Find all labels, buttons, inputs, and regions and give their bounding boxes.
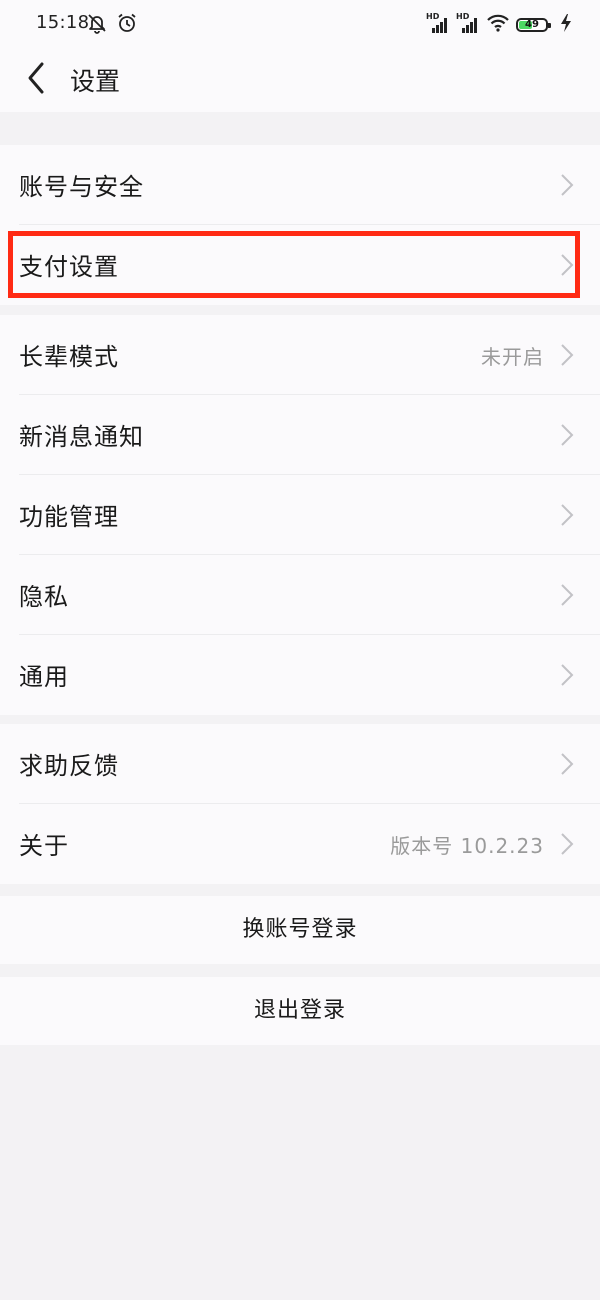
alarm-clock-icon <box>116 12 138 38</box>
chevron-left-icon <box>28 62 44 94</box>
battery-icon: 49 <box>516 16 554 34</box>
wifi-icon <box>486 13 510 37</box>
chevron-right-icon <box>561 664 574 686</box>
settings-item-privacy[interactable]: 隐私 <box>0 555 600 635</box>
mute-bell-icon <box>86 12 108 38</box>
battery-level: 49 <box>525 19 539 30</box>
chevron-right-icon <box>561 504 574 526</box>
chevron-right-icon <box>561 833 574 855</box>
chevron-right-icon <box>561 753 574 775</box>
chevron-right-icon <box>561 424 574 446</box>
settings-item-elder-mode[interactable]: 长辈模式 未开启 <box>0 315 600 395</box>
switch-account-button[interactable]: 换账号登录 <box>0 896 600 964</box>
settings-item-payment[interactable]: 支付设置 <box>0 225 600 305</box>
settings-item-notifications[interactable]: 新消息通知 <box>0 395 600 475</box>
settings-item-value: 版本号 10.2.23 <box>390 834 544 858</box>
charging-bolt-icon <box>560 13 572 37</box>
settings-item-label: 长辈模式 <box>19 343 119 371</box>
settings-group-general: 长辈模式 未开启 新消息通知 功能管理 隐私 通用 <box>0 315 600 715</box>
logout-button[interactable]: 退出登录 <box>0 977 600 1045</box>
settings-item-value: 未开启 <box>481 345 544 369</box>
settings-item-label: 新消息通知 <box>19 423 144 451</box>
signal-hd-icon: HD <box>456 12 480 35</box>
signal-hd-icon: HD <box>426 12 450 35</box>
settings-item-feedback[interactable]: 求助反馈 <box>0 724 600 804</box>
settings-group-help: 求助反馈 关于 版本号 10.2.23 <box>0 724 600 884</box>
settings-item-features[interactable]: 功能管理 <box>0 475 600 555</box>
settings-item-label: 通用 <box>19 663 69 691</box>
status-time: 15:18 <box>36 12 90 33</box>
settings-group-account: 账号与安全 支付设置 <box>0 145 600 305</box>
settings-item-about[interactable]: 关于 版本号 10.2.23 <box>0 804 600 884</box>
status-left-icons <box>86 12 138 38</box>
page-title: 设置 <box>70 67 121 96</box>
settings-item-label: 功能管理 <box>19 503 119 531</box>
chevron-right-icon <box>561 344 574 366</box>
settings-item-label: 求助反馈 <box>19 752 119 780</box>
status-right-icons: HD HD 49 <box>426 12 572 37</box>
chevron-right-icon <box>561 174 574 196</box>
chevron-right-icon <box>561 584 574 606</box>
status-bar: 15:18 HD HD 49 <box>0 0 600 50</box>
settings-item-label: 隐私 <box>19 583 69 611</box>
chevron-right-icon <box>561 254 574 276</box>
back-button[interactable] <box>22 58 54 98</box>
header: 设置 <box>0 50 600 112</box>
settings-item-account-security[interactable]: 账号与安全 <box>0 145 600 225</box>
settings-item-label: 支付设置 <box>19 253 119 281</box>
settings-item-label: 关于 <box>19 832 69 860</box>
settings-item-general[interactable]: 通用 <box>0 635 600 715</box>
settings-item-label: 账号与安全 <box>19 173 144 201</box>
